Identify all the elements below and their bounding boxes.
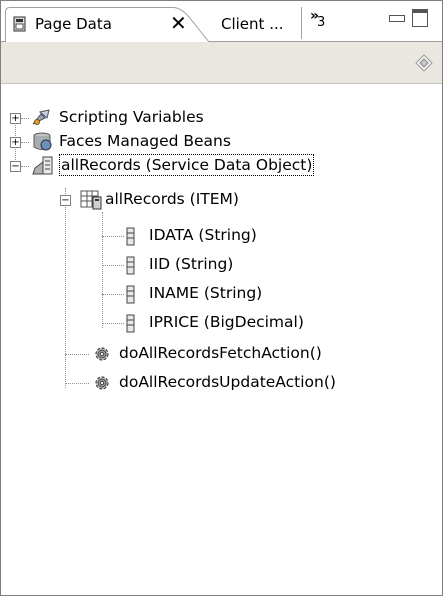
view-toolbar xyxy=(1,42,442,84)
field-icon xyxy=(126,227,136,251)
tree-item-label: allRecords (ITEM) xyxy=(105,190,239,208)
collapse-icon[interactable]: − xyxy=(60,195,71,206)
tab-label: Client ... xyxy=(221,15,284,33)
tree-item-action[interactable]: doAllRecordsFetchAction() xyxy=(1,342,441,366)
expand-icon[interactable]: + xyxy=(10,113,21,124)
tree-item-label: IID (String) xyxy=(149,255,234,273)
tree-item-all-records-sdo[interactable]: − allRecords (Service Data Object) xyxy=(1,154,441,178)
field-icon xyxy=(126,256,136,280)
tab-label: Page Data xyxy=(35,15,112,33)
page-data-tree: + Scripting Variables + Faces Managed Be… xyxy=(1,84,442,595)
service-data-object-icon xyxy=(31,154,55,182)
tab-overflow-button[interactable]: »3 xyxy=(310,8,327,30)
scripting-variables-icon xyxy=(31,108,53,132)
tab-client[interactable]: Client ... xyxy=(213,7,313,41)
tree-item-label: IDATA (String) xyxy=(149,226,257,244)
page-data-view: Page Data ✕ Client ... »3 + Scripting Va… xyxy=(0,0,443,596)
tree-item-label: doAllRecordsUpdateAction() xyxy=(119,373,336,391)
tree-item-label: INAME (String) xyxy=(149,284,263,302)
field-icon xyxy=(126,285,136,309)
tree-item-label: IPRICE (BigDecimal) xyxy=(149,313,304,331)
tab-divider xyxy=(301,7,302,39)
maximize-icon[interactable] xyxy=(412,9,428,27)
tree-item-label: doAllRecordsFetchAction() xyxy=(119,344,322,362)
tree-item-action[interactable]: doAllRecordsUpdateAction() xyxy=(1,371,441,395)
data-table-icon xyxy=(80,189,102,215)
minimize-icon[interactable] xyxy=(389,15,405,22)
tree-item-field[interactable]: IID (String) xyxy=(1,253,441,277)
diamond-menu-icon[interactable] xyxy=(415,54,433,72)
overflow-count: 3 xyxy=(317,15,326,30)
field-icon xyxy=(126,314,136,338)
tree-item-faces-managed-beans[interactable]: + Faces Managed Beans xyxy=(1,130,441,154)
tree-item-label: allRecords (Service Data Object) xyxy=(58,154,315,176)
tree-item-label: Faces Managed Beans xyxy=(59,132,231,150)
tree-item-label: Scripting Variables xyxy=(59,108,204,126)
page-data-icon xyxy=(13,16,27,32)
tab-page-data[interactable]: Page Data ✕ xyxy=(5,7,213,43)
tree-item-field[interactable]: INAME (String) xyxy=(1,282,441,306)
action-gear-icon xyxy=(92,373,112,397)
collapse-icon[interactable]: − xyxy=(10,161,21,172)
tree-item-scripting-variables[interactable]: + Scripting Variables xyxy=(1,106,441,130)
close-tab-icon[interactable]: ✕ xyxy=(170,11,187,35)
tree-item-field[interactable]: IDATA (String) xyxy=(1,224,441,248)
action-gear-icon xyxy=(92,344,112,368)
expand-icon[interactable]: + xyxy=(10,137,21,148)
tree-item-all-records-item[interactable]: − allRecords (ITEM) xyxy=(1,188,441,212)
view-tab-bar: Page Data ✕ Client ... »3 xyxy=(1,1,442,43)
tree-item-field[interactable]: IPRICE (BigDecimal) xyxy=(1,311,441,335)
